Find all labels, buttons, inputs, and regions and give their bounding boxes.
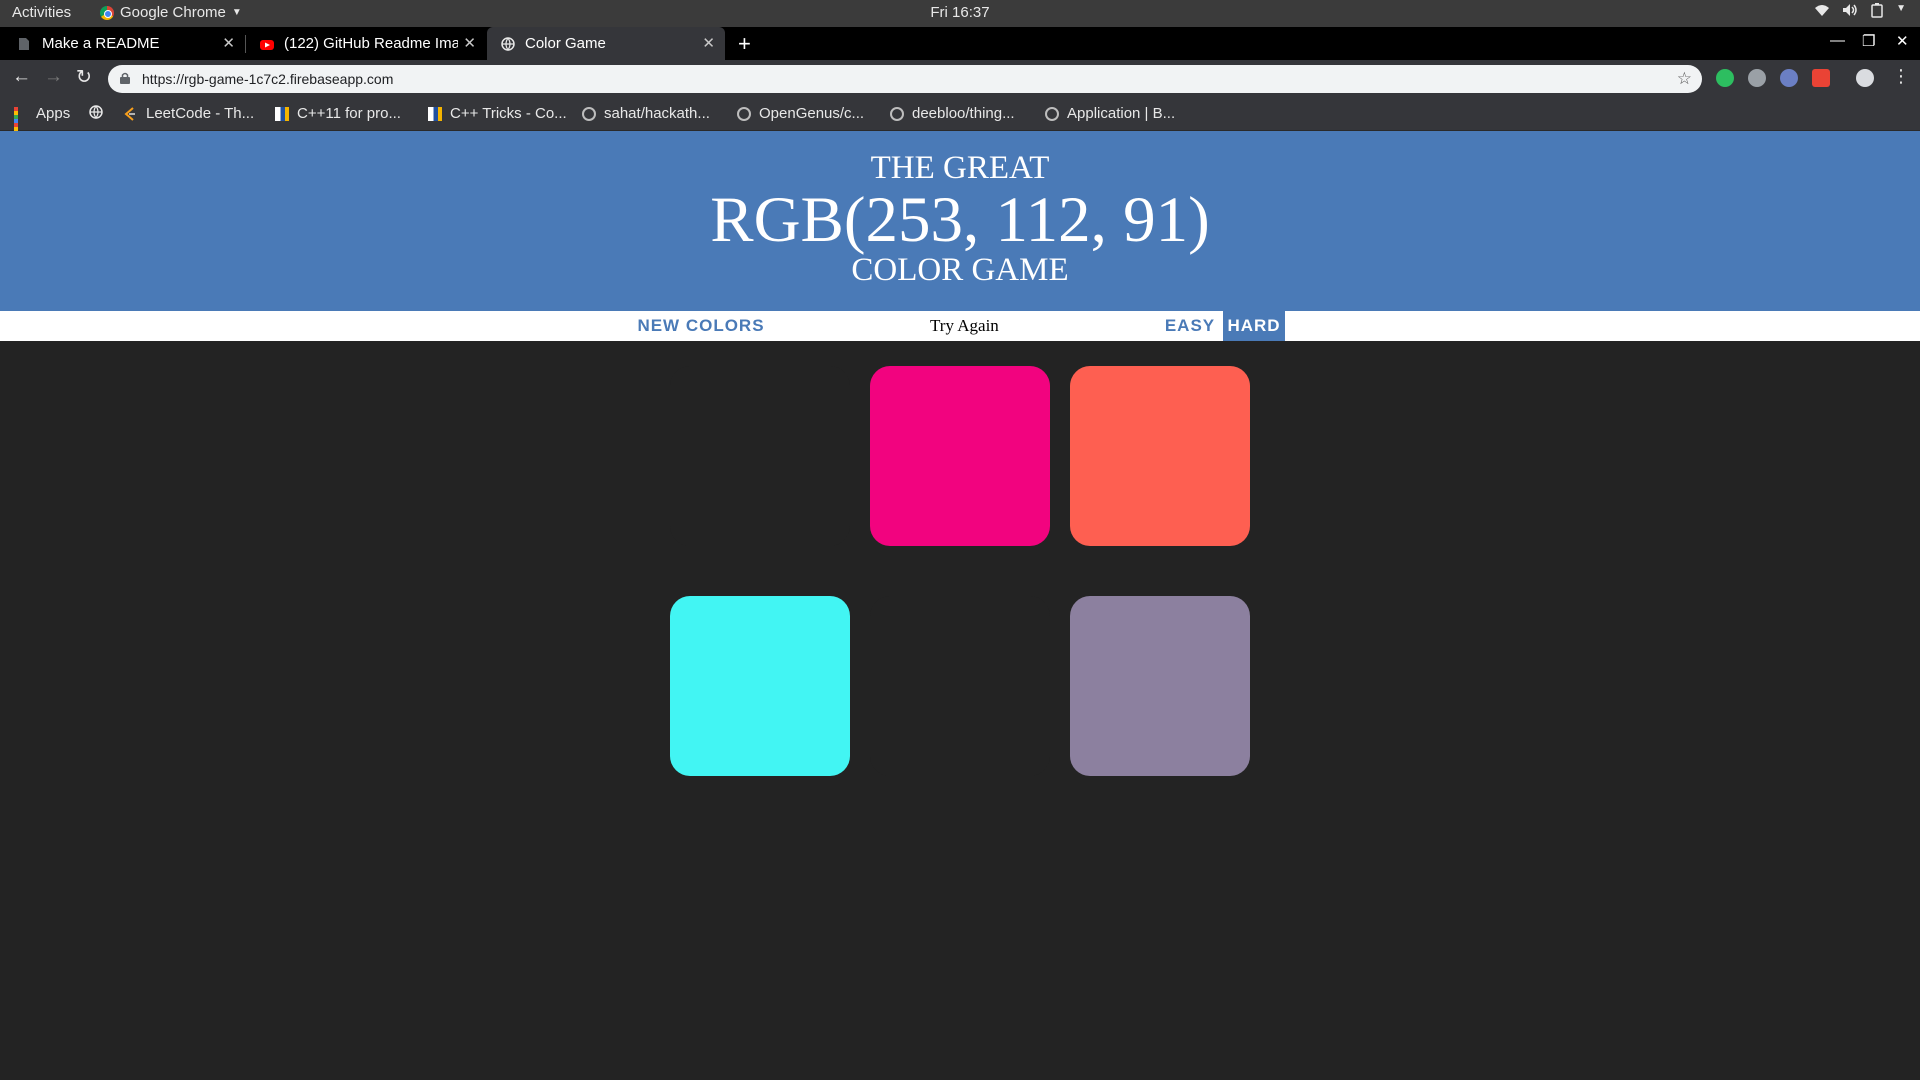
bookmark-sahat[interactable]: sahat/hackath... (582, 105, 710, 122)
github-icon (582, 106, 596, 121)
clock[interactable]: Fri 16:37 (930, 4, 989, 21)
activities-button[interactable]: Activities (12, 4, 71, 21)
restore-icon[interactable]: ❐ (1862, 32, 1875, 50)
bookmark-label: deebloo/thing... (912, 105, 1015, 122)
tab-color-game[interactable]: Color Game ✕ (487, 27, 725, 60)
app-menu[interactable]: Google Chrome ▼ (100, 4, 242, 21)
color-square (870, 596, 1050, 776)
header-line-color-game: COLOR GAME (851, 252, 1069, 288)
tab-title: Make a README (42, 35, 160, 52)
system-top-bar: Activities Google Chrome ▼ Fri 16:37 ▼ (0, 0, 1920, 27)
bookmark-apps[interactable]: Apps (14, 105, 71, 143)
bookmark-deebloo[interactable]: deebloo/thing... (890, 105, 1015, 122)
bookmark-label: Application | B... (1067, 105, 1176, 122)
bookmark-label: OpenGenus/c... (759, 105, 865, 122)
lock-icon (120, 71, 130, 84)
color-game-page: THE GREAT RGB(253, 112, 91) COLOR GAME N… (0, 131, 1920, 1080)
bookmark-cpp-tricks[interactable]: C++ Tricks - Co... (428, 105, 567, 122)
easy-mode-button[interactable]: EASY (1158, 311, 1222, 341)
color-square[interactable] (670, 596, 850, 776)
status-message: Try Again (930, 316, 999, 335)
url-text: https://rgb-game-1c7c2.firebaseapp.com (142, 71, 394, 87)
close-tab-icon[interactable]: ✕ (702, 34, 715, 52)
site-icon (275, 106, 289, 121)
game-header: THE GREAT RGB(253, 112, 91) COLOR GAME (0, 131, 1920, 311)
new-tab-button[interactable]: + (738, 27, 751, 60)
chrome-icon (100, 5, 114, 20)
system-menu-caret-icon: ▼ (1896, 3, 1906, 14)
tab-title: (122) GitHub Readme Ima (284, 35, 458, 52)
system-tray[interactable]: ▼ (1814, 3, 1906, 22)
youtube-icon (260, 37, 274, 51)
volume-icon (1842, 3, 1858, 22)
forward-arrow-icon[interactable]: → (44, 66, 63, 88)
bookmark-label: C++11 for pro... (297, 105, 401, 122)
wifi-icon (1814, 3, 1830, 22)
battery-icon (1870, 3, 1884, 22)
menu-kebab-icon[interactable]: ⋮ (1892, 66, 1910, 87)
evernote-extension-icon[interactable] (1716, 69, 1734, 87)
color-square[interactable] (1070, 366, 1250, 546)
bookmark-label: Apps (36, 105, 71, 122)
close-tab-icon[interactable]: ✕ (463, 34, 476, 52)
bookmark-application[interactable]: Application | B... (1045, 105, 1175, 122)
caret-down-icon: ▼ (231, 7, 242, 18)
bookmark-opengenus[interactable]: OpenGenus/c... (737, 105, 864, 122)
document-icon (18, 37, 32, 51)
app-menu-label: Google Chrome (120, 4, 226, 21)
extension-icon[interactable] (1748, 69, 1766, 87)
site-icon (428, 106, 442, 121)
color-square (670, 366, 850, 546)
hard-mode-button[interactable]: HARD (1223, 311, 1285, 341)
extension-icon[interactable] (1812, 69, 1830, 87)
address-bar[interactable]: https://rgb-game-1c7c2.firebaseapp.com ☆ (108, 65, 1702, 93)
minimize-icon[interactable]: — (1830, 32, 1845, 49)
bookmarks-bar: Apps LeetCode - Th... C++11 for pro... C… (0, 97, 1920, 143)
globe-icon (89, 105, 103, 120)
github-icon (1045, 106, 1059, 121)
control-stripe: NEW COLORS Try Again EASY HARD (0, 311, 1920, 341)
color-square[interactable] (870, 366, 1050, 546)
bookmark-label: C++ Tricks - Co... (450, 105, 567, 122)
apps-grid-icon (14, 106, 28, 143)
profile-avatar[interactable] (1856, 69, 1874, 87)
color-square[interactable] (1070, 596, 1250, 776)
bookmark-cpp11[interactable]: C++11 for pro... (275, 105, 401, 122)
close-window-icon[interactable]: ✕ (1896, 32, 1909, 50)
browser-toolbar: ← → ↻ https://rgb-game-1c7c2.firebaseapp… (0, 60, 1920, 97)
github-icon (737, 106, 751, 121)
back-arrow-icon[interactable]: ← (12, 66, 31, 88)
tab-youtube[interactable]: (122) GitHub Readme Ima ✕ (246, 27, 486, 60)
header-line-the-great: THE GREAT (870, 150, 1050, 186)
new-colors-button[interactable]: NEW COLORS (628, 311, 774, 341)
tab-make-readme[interactable]: Make a README ✕ (0, 27, 245, 60)
bookmark-leetcode[interactable]: LeetCode - Th... (124, 105, 254, 122)
leetcode-icon (124, 106, 138, 121)
target-color-display: RGB(253, 112, 91) (710, 184, 1210, 256)
extension-icon[interactable] (1780, 69, 1798, 87)
github-icon (890, 106, 904, 121)
tab-strip: Make a README ✕ (122) GitHub Readme Ima … (0, 27, 1920, 60)
bookmark-label: sahat/hackath... (604, 105, 710, 122)
globe-icon (501, 36, 515, 51)
bookmark-star-icon[interactable]: ☆ (1677, 69, 1692, 89)
bookmark-label: LeetCode - Th... (146, 105, 255, 122)
reload-icon[interactable]: ↻ (76, 66, 92, 89)
bookmark-globe[interactable] (89, 105, 103, 120)
close-tab-icon[interactable]: ✕ (222, 34, 235, 52)
tab-title: Color Game (525, 35, 606, 52)
